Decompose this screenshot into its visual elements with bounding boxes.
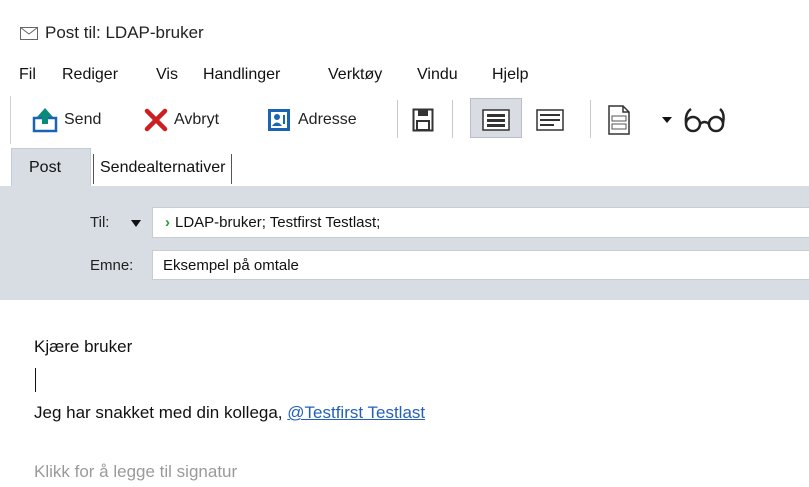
- format-plain-icon: [536, 109, 564, 131]
- save-button[interactable]: [412, 102, 434, 138]
- subject-value: Eksempel på omtale: [163, 257, 299, 274]
- cancel-label: Avbryt: [174, 111, 220, 128]
- envelope-icon: [20, 27, 38, 40]
- send-label: Send: [64, 111, 102, 128]
- signature-placeholder[interactable]: Klikk for å legge til signatur: [34, 462, 237, 482]
- cancel-button[interactable]: Avbryt: [144, 102, 219, 138]
- glasses-icon: [684, 107, 725, 133]
- address-label: Adresse: [298, 111, 357, 128]
- to-recipients: LDAP-bruker; Testfirst Testlast;: [175, 214, 381, 231]
- menu-verktoy[interactable]: Verktøy: [328, 66, 382, 84]
- preview-button[interactable]: [682, 102, 728, 138]
- toolbar-grip: [10, 96, 11, 144]
- mention-link[interactable]: @Testfirst Testlast: [287, 403, 425, 422]
- body-text: Jeg har snakket med din kollega,: [34, 403, 288, 422]
- tab-post-label: Post: [29, 159, 62, 176]
- address-button[interactable]: Adresse: [266, 102, 357, 138]
- title-bar: Post til: LDAP-bruker: [0, 0, 809, 62]
- menu-hjelp[interactable]: Hjelp: [492, 66, 528, 84]
- format-rich-button[interactable]: [482, 102, 510, 138]
- to-label: Til:: [90, 214, 110, 231]
- resolved-address-icon: ›: [165, 214, 170, 231]
- toolbar: Send Avbryt Adresse: [0, 92, 809, 146]
- template-icon: [608, 105, 630, 135]
- more-options-dropdown[interactable]: [662, 102, 672, 138]
- window-title: Post til: LDAP-bruker: [45, 23, 204, 42]
- cancel-x-icon: [144, 108, 168, 132]
- subject-label: Emne:: [90, 257, 134, 274]
- menu-vis[interactable]: Vis: [156, 66, 178, 84]
- toolbar-divider: [397, 100, 398, 138]
- format-rich-icon: [482, 109, 510, 131]
- send-icon: [32, 108, 58, 133]
- toolbar-divider: [590, 100, 591, 138]
- toolbar-divider: [452, 100, 453, 138]
- menu-vindu[interactable]: Vindu: [417, 66, 458, 84]
- menu-bar: Fil Rediger Vis Handlinger Verktøy Vindu…: [0, 62, 809, 88]
- menu-rediger[interactable]: Rediger: [62, 66, 118, 84]
- text-cursor: [35, 368, 36, 392]
- to-field[interactable]: › LDAP-bruker; Testfirst Testlast;: [152, 207, 809, 238]
- template-button[interactable]: [607, 102, 631, 138]
- dropdown-arrow-icon: [662, 117, 672, 123]
- address-header-pane: Til: › LDAP-bruker; Testfirst Testlast; …: [0, 186, 809, 300]
- format-plain-button[interactable]: [536, 102, 564, 138]
- message-body[interactable]: Kjære bruker Jeg har snakket med din kol…: [0, 300, 809, 487]
- compose-tabs: Post Sendealternativer: [0, 148, 809, 186]
- to-type-dropdown-icon[interactable]: [131, 220, 141, 227]
- tab-send-options-label: Sendealternativer: [100, 159, 226, 176]
- save-floppy-icon: [412, 108, 434, 132]
- menu-fil[interactable]: Fil: [19, 66, 36, 84]
- body-greeting: Kjære bruker: [34, 337, 133, 356]
- body-line: Jeg har snakket med din kollega, @Testfi…: [34, 403, 425, 423]
- tab-send-options[interactable]: Sendealternativer: [93, 154, 233, 184]
- tab-post[interactable]: Post: [11, 148, 91, 186]
- subject-field[interactable]: Eksempel på omtale: [152, 250, 809, 280]
- address-book-icon: [268, 109, 290, 131]
- menu-handlinger[interactable]: Handlinger: [203, 66, 280, 84]
- send-button[interactable]: Send: [32, 102, 101, 138]
